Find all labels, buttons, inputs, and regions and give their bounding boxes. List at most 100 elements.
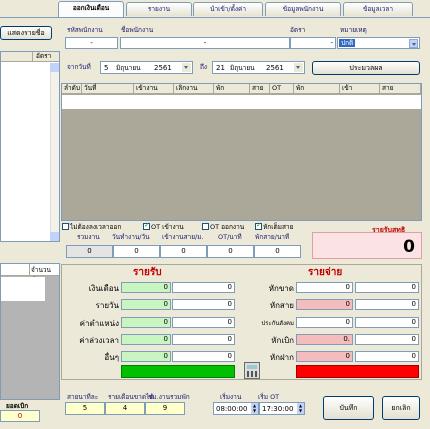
time-grid[interactable]: ลำดับ วันที่ เข้างาน เลิกงาน พัก สาย OT …: [61, 83, 422, 221]
to-year: 2561: [266, 64, 284, 72]
work-start-spinner[interactable]: ▲ ▼: [251, 403, 258, 414]
to-date-label: ถึง: [200, 63, 208, 71]
expense-social-security-value-1[interactable]: 0: [296, 317, 353, 328]
cancel-button[interactable]: ยกเลิก: [382, 396, 420, 420]
show-list-button[interactable]: แสดงรายชื่อ: [0, 26, 52, 40]
no-late-option[interactable]: ไม่ต้องลงเวลาออก: [62, 222, 121, 232]
chevron-down-icon[interactable]: [409, 39, 418, 48]
save-button[interactable]: บันทึก: [323, 396, 374, 420]
col-time-out[interactable]: เลิกงาน: [174, 84, 214, 94]
note-label: หมายเหตุ: [340, 26, 367, 34]
ot-out-label: OT ออกงาน: [210, 223, 245, 231]
scroll-down-button[interactable]: [50, 232, 59, 241]
calculator-keys: [247, 371, 257, 377]
col-seq[interactable]: ลำดับ: [62, 84, 82, 94]
income-position-value-2[interactable]: 0: [172, 317, 235, 328]
no-late-checkbox[interactable]: [62, 223, 69, 230]
employee-code-field: -: [65, 37, 118, 49]
tab-report[interactable]: รายงาน: [126, 2, 192, 16]
calendar-dropdown-icon[interactable]: [294, 63, 303, 72]
late-deduct-checkbox[interactable]: [255, 221, 262, 230]
rate-field: -: [290, 37, 336, 49]
to-day: 21: [216, 64, 225, 72]
calculator-icon[interactable]: [244, 362, 260, 379]
late-per-hr-label: เข้างานสาย/ม.: [162, 233, 204, 241]
col-break-2[interactable]: พัก: [294, 84, 340, 94]
list-column-divider: [32, 52, 33, 62]
amount-panel-row: [1, 277, 45, 301]
income-salary-value-1[interactable]: 0: [121, 282, 171, 293]
expense-deposit-value-1[interactable]: 0: [296, 351, 353, 362]
income-daily-value-1[interactable]: 0: [121, 299, 171, 310]
ot-in-option[interactable]: OT เข้างาน: [143, 221, 184, 232]
to-date-picker[interactable]: 21 มิถุนายน 2561: [212, 61, 305, 74]
late-deduct-label: หักเต็มสาย: [263, 223, 294, 231]
work-start-time[interactable]: 08:00:00 ▲ ▼: [213, 402, 259, 415]
expense-absent-value-1[interactable]: 0: [296, 282, 353, 293]
expense-advance-value-2[interactable]: 0: [355, 334, 419, 345]
process-button[interactable]: ประมวลผล: [312, 61, 420, 75]
expense-absent-value-2[interactable]: 0: [355, 282, 419, 293]
col-late[interactable]: สาย: [250, 84, 270, 94]
expense-social-security-value-2[interactable]: 0: [355, 317, 419, 328]
ot-per-min-label: OT/นาที: [218, 233, 242, 241]
late-per-minute-label: สายนาทีละ: [67, 393, 99, 401]
tab-employee-info[interactable]: ข้อมูลพนักงาน: [265, 2, 341, 16]
col-date[interactable]: วันที่: [82, 84, 134, 94]
income-position-value-1[interactable]: 0: [121, 317, 171, 328]
late-per-minute-field[interactable]: 5: [65, 402, 105, 415]
tab-import-settings[interactable]: นำเข้า/ตั้งค่า: [193, 2, 263, 16]
tab-time-info[interactable]: ข้อมูลเวลา: [343, 2, 413, 16]
no-late-label: ไม่ต้องลงเวลาออก: [70, 223, 122, 231]
late-deduct-option[interactable]: หักเต็มสาย: [255, 221, 294, 232]
expense-late-label: หักสาย: [269, 301, 294, 310]
col-in[interactable]: เข้า: [340, 84, 380, 94]
expense-title: รายจ่าย: [308, 267, 343, 278]
total-work-label: รวมงาน: [77, 233, 100, 241]
tab-payroll[interactable]: ออกเงินเดือน: [58, 1, 124, 17]
calendar-dropdown-icon[interactable]: [182, 63, 191, 72]
net-income-value: 0: [403, 237, 415, 257]
grid-empty-row[interactable]: [62, 95, 421, 109]
ot-per-min-field: 0: [207, 245, 254, 258]
income-salary-value-2[interactable]: 0: [172, 282, 235, 293]
ot-in-checkbox[interactable]: [143, 221, 150, 230]
from-date-label: จากวันที่: [67, 63, 91, 71]
hours-with-break-field[interactable]: 9: [145, 402, 185, 415]
income-other-value-1[interactable]: 0: [121, 351, 171, 362]
calculator-screen: [247, 365, 257, 369]
income-total-bar: [121, 365, 235, 378]
expense-late-value-2[interactable]: 0: [355, 299, 419, 310]
income-daily-value-2[interactable]: 0: [172, 299, 235, 310]
expense-advance-value-1[interactable]: 0.: [296, 334, 353, 345]
ot-start-time[interactable]: 17:30:00 ▲ ▼: [259, 402, 305, 415]
income-overtime-label: ค่าล่วงเวลา: [79, 336, 119, 345]
scroll-up-button[interactable]: [50, 63, 59, 72]
hours-with-break-label: ชม.งานรวมพัก: [148, 393, 190, 401]
income-overtime-value-2[interactable]: 0: [172, 334, 235, 345]
income-overtime-value-1[interactable]: 0: [121, 334, 171, 345]
from-day: 5: [104, 64, 109, 72]
col-late-2[interactable]: สาย: [380, 84, 421, 94]
note-select[interactable]: ปกติ: [337, 37, 420, 49]
expense-deposit-value-2[interactable]: 0: [355, 351, 419, 362]
list-scrollbar[interactable]: [50, 63, 59, 241]
expense-absent-label: หักขาด: [268, 284, 294, 293]
ot-out-option[interactable]: OT ออกงาน: [202, 222, 244, 232]
amount-panel-header: จำนวนเงิน: [1, 264, 59, 284]
ot-out-checkbox[interactable]: [202, 223, 209, 230]
employee-name-label: ชื่อพนักงาน: [121, 26, 154, 34]
col-ot[interactable]: OT: [270, 84, 294, 94]
col-break[interactable]: พัก: [214, 84, 250, 94]
ot-start-label: เริ่ม OT: [258, 393, 280, 401]
income-position-label: ค่าตำแหน่ง: [79, 319, 119, 328]
employee-list[interactable]: อัตรา: [0, 51, 60, 242]
amount-panel: จำนวนเงิน: [0, 263, 60, 400]
income-other-value-2[interactable]: 0: [172, 351, 235, 362]
col-time-in[interactable]: เข้างาน: [134, 84, 174, 94]
from-date-picker[interactable]: 5 มิถุนายน 2561: [100, 61, 193, 74]
employee-list-header: อัตรา: [1, 52, 59, 62]
ot-start-spinner[interactable]: ▲ ▼: [297, 403, 304, 414]
monthly-absence-field[interactable]: 4: [105, 402, 145, 415]
expense-late-value-1[interactable]: 0: [296, 299, 353, 310]
